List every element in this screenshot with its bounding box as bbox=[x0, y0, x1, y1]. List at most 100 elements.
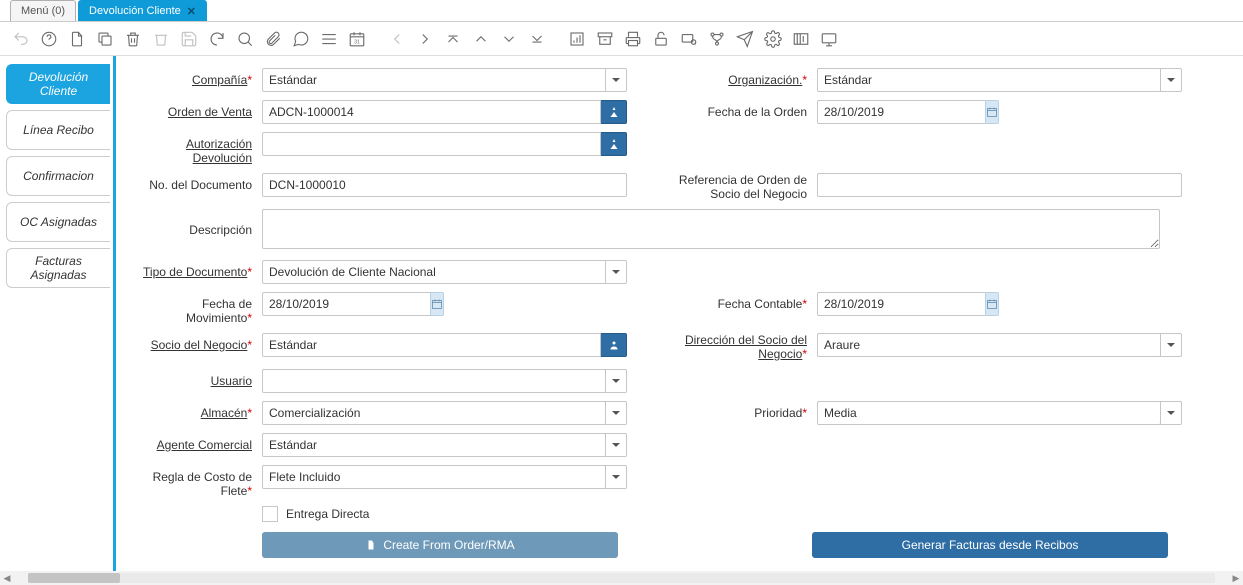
chevron-down-icon[interactable] bbox=[605, 433, 627, 457]
regla-flete-select[interactable]: Flete Incluido bbox=[262, 465, 606, 489]
label-almacen: Almacén bbox=[201, 406, 248, 420]
tab-devolucion-cliente[interactable]: Devolución Cliente ✕ bbox=[78, 0, 207, 21]
chevron-down-icon[interactable] bbox=[605, 369, 627, 393]
label-usuario: Usuario bbox=[211, 374, 252, 388]
label-prioridad: Prioridad bbox=[754, 406, 802, 420]
organizacion-select[interactable]: Estándar bbox=[817, 68, 1161, 92]
chevron-down-icon[interactable] bbox=[1160, 333, 1182, 357]
sidetab-linea-recibo[interactable]: Línea Recibo bbox=[6, 110, 110, 150]
copy-icon[interactable] bbox=[94, 28, 116, 50]
agente-select[interactable]: Estándar bbox=[262, 433, 606, 457]
delete-selection-icon[interactable] bbox=[150, 28, 172, 50]
label-entrega-directa: Entrega Directa bbox=[286, 507, 369, 521]
request-icon[interactable] bbox=[734, 28, 756, 50]
sidetab-devolucion-cliente[interactable]: Devolución Cliente bbox=[6, 64, 110, 104]
socio-input[interactable] bbox=[262, 333, 601, 357]
chevron-down-icon[interactable] bbox=[1160, 68, 1182, 92]
orden-venta-input[interactable] bbox=[262, 100, 601, 124]
refresh-icon[interactable] bbox=[206, 28, 228, 50]
delete-icon[interactable] bbox=[122, 28, 144, 50]
report-icon[interactable] bbox=[566, 28, 588, 50]
generar-facturas-button[interactable]: Generar Facturas desde Recibos bbox=[812, 532, 1168, 558]
nav-prev-icon[interactable] bbox=[470, 28, 492, 50]
sidetab-confirmacion[interactable]: Confirmacion bbox=[6, 156, 110, 196]
chevron-down-icon[interactable] bbox=[605, 260, 627, 284]
gear-icon[interactable] bbox=[762, 28, 784, 50]
fecha-contable-input[interactable] bbox=[817, 292, 986, 316]
horizontal-scrollbar[interactable]: ◀ ▶ bbox=[0, 571, 1243, 585]
window-tab-strip: Menú (0) Devolución Cliente ✕ bbox=[0, 0, 1243, 22]
new-icon[interactable] bbox=[66, 28, 88, 50]
sidetab-facturas-asignadas[interactable]: Facturas Asignadas bbox=[6, 248, 110, 288]
orden-venta-lookup-button[interactable] bbox=[601, 100, 627, 124]
svg-text:31: 31 bbox=[354, 39, 360, 45]
archive-icon[interactable] bbox=[594, 28, 616, 50]
calendar-icon[interactable]: 31 bbox=[346, 28, 368, 50]
workflow-icon[interactable] bbox=[706, 28, 728, 50]
label-regla-flete: Regla de Costo de Flete bbox=[153, 470, 252, 498]
descripcion-textarea[interactable] bbox=[262, 209, 1160, 249]
tipo-documento-select[interactable]: Devolución de Cliente Nacional bbox=[262, 260, 606, 284]
create-from-order-button[interactable]: Create From Order/RMA bbox=[262, 532, 618, 558]
scroll-right-icon[interactable]: ▶ bbox=[1229, 571, 1243, 585]
chat-icon[interactable] bbox=[290, 28, 312, 50]
nav-last-icon[interactable] bbox=[526, 28, 548, 50]
label-dir-socio: Dirección del Socio del Negocio bbox=[685, 333, 807, 361]
chevron-down-icon[interactable] bbox=[605, 465, 627, 489]
chevron-down-icon[interactable] bbox=[1160, 401, 1182, 425]
compania-select[interactable]: Estándar bbox=[262, 68, 606, 92]
chevron-down-icon[interactable] bbox=[605, 68, 627, 92]
label-ref-socio: Referencia de Orden de Socio del Negocio bbox=[679, 173, 807, 201]
label-fecha-cont: Fecha Contable bbox=[718, 297, 803, 311]
nav-detail-icon[interactable] bbox=[414, 28, 436, 50]
prioridad-select[interactable]: Media bbox=[817, 401, 1161, 425]
label-agente: Agente Comercial bbox=[157, 438, 252, 452]
find-icon[interactable] bbox=[234, 28, 256, 50]
close-icon[interactable]: ✕ bbox=[187, 5, 196, 18]
autorizacion-dev-input[interactable] bbox=[262, 132, 601, 156]
form-scroll[interactable]: Compañía Estándar Organización. Estándar… bbox=[116, 56, 1243, 585]
fecha-movimiento-input[interactable] bbox=[262, 292, 431, 316]
fecha-orden-input[interactable] bbox=[817, 100, 986, 124]
nav-parent-icon[interactable] bbox=[386, 28, 408, 50]
tab-devolucion-label: Devolución Cliente bbox=[89, 5, 181, 17]
lock-icon[interactable] bbox=[650, 28, 672, 50]
print-icon[interactable] bbox=[622, 28, 644, 50]
label-descripcion: Descripción bbox=[189, 223, 252, 237]
undo-icon[interactable] bbox=[10, 28, 32, 50]
almacen-select[interactable]: Comercialización bbox=[262, 401, 606, 425]
socio-lookup-button[interactable] bbox=[601, 333, 627, 357]
tab-menu-label: Menú (0) bbox=[21, 5, 65, 17]
chevron-down-icon[interactable] bbox=[605, 401, 627, 425]
label-fecha-mov: Fecha de Movimiento bbox=[186, 297, 252, 325]
calendar-icon[interactable] bbox=[430, 292, 444, 316]
screen-icon[interactable] bbox=[818, 28, 840, 50]
attachment-icon[interactable] bbox=[262, 28, 284, 50]
label-fecha-orden: Fecha de la Orden bbox=[708, 105, 807, 119]
direccion-socio-select[interactable]: Araure bbox=[817, 333, 1161, 357]
label-socio: Socio del Negocio bbox=[151, 338, 248, 352]
nav-first-icon[interactable] bbox=[442, 28, 464, 50]
label-no-doc: No. del Documento bbox=[149, 178, 252, 192]
tab-menu[interactable]: Menú (0) bbox=[10, 0, 76, 21]
autorizacion-dev-lookup-button[interactable] bbox=[601, 132, 627, 156]
usuario-select[interactable] bbox=[262, 369, 606, 393]
product-info-icon[interactable] bbox=[790, 28, 812, 50]
save-icon[interactable] bbox=[178, 28, 200, 50]
sidetab-oc-asignadas[interactable]: OC Asignadas bbox=[6, 202, 110, 242]
grid-icon[interactable] bbox=[318, 28, 340, 50]
label-tipo-doc: Tipo de Documento bbox=[143, 265, 247, 279]
help-icon[interactable] bbox=[38, 28, 60, 50]
ref-socio-input[interactable] bbox=[817, 173, 1182, 197]
entrega-directa-checkbox[interactable] bbox=[262, 506, 278, 522]
zoom-across-icon[interactable] bbox=[678, 28, 700, 50]
create-from-order-label: Create From Order/RMA bbox=[383, 538, 514, 552]
no-documento-input[interactable] bbox=[262, 173, 627, 197]
calendar-icon[interactable] bbox=[985, 100, 999, 124]
calendar-icon[interactable] bbox=[985, 292, 999, 316]
label-compania: Compañía bbox=[192, 73, 247, 87]
form-pane: Compañía Estándar Organización. Estándar… bbox=[113, 56, 1243, 585]
label-orden-venta: Orden de Venta bbox=[168, 105, 252, 119]
scroll-left-icon[interactable]: ◀ bbox=[0, 571, 14, 585]
nav-next-icon[interactable] bbox=[498, 28, 520, 50]
